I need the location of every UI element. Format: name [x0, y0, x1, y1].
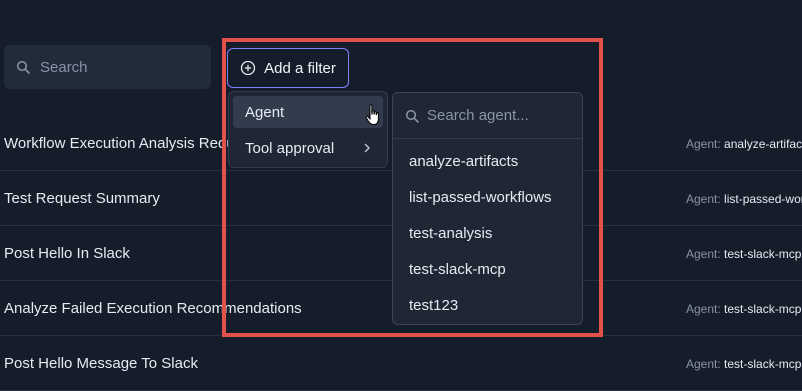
agent-option[interactable]: test-analysis	[393, 215, 582, 251]
row-title: Test Request Summary	[4, 190, 160, 207]
menu-item-label: Agent	[245, 103, 285, 121]
row-agent: Agent: list-passed-workflows	[686, 192, 802, 206]
agent-value: list-passed-workflows	[724, 192, 802, 206]
agent-submenu: analyze-artifacts list-passed-workflows …	[392, 92, 583, 325]
search-box[interactable]	[4, 45, 211, 89]
agent-search-box[interactable]	[393, 93, 582, 139]
menu-item-label: Tool approval	[245, 139, 335, 157]
row-agent: Agent: analyze-artifacts	[686, 137, 802, 151]
row-agent: Agent: test-slack-mcp	[686, 302, 801, 316]
agent-option[interactable]: analyze-artifacts	[393, 143, 582, 179]
agent-search-input[interactable]	[425, 106, 579, 125]
agent-value: test-slack-mcp	[724, 302, 802, 316]
menu-item-agent[interactable]: Agent	[233, 96, 383, 128]
agent-option[interactable]: list-passed-workflows	[393, 179, 582, 215]
agent-option[interactable]: test-slack-mcp	[393, 251, 582, 287]
row-title: Analyze Failed Execution Recommendations	[4, 300, 302, 317]
search-input[interactable]	[38, 57, 192, 77]
agent-label: Agent:	[686, 192, 721, 206]
menu-item-tool-approval[interactable]: Tool approval	[233, 132, 383, 164]
agent-value: test-slack-mcp	[724, 357, 802, 371]
chevron-right-icon	[361, 142, 373, 154]
search-icon	[16, 59, 32, 75]
agent-options-list: analyze-artifacts list-passed-workflows …	[393, 139, 582, 323]
agent-label: Agent:	[686, 247, 721, 261]
agent-value: analyze-artifacts	[724, 137, 802, 151]
row-agent: Agent: test-slack-mcp	[686, 247, 801, 261]
agent-label: Agent:	[686, 137, 721, 151]
search-icon	[405, 109, 419, 123]
add-filter-label: Add a filter	[264, 59, 336, 77]
agent-label: Agent:	[686, 302, 721, 316]
agent-label: Agent:	[686, 357, 721, 371]
row-agent: Agent: test-slack-mcp	[686, 357, 801, 371]
row-title: Workflow Execution Analysis Request	[4, 135, 255, 152]
hand-pointer-cursor-icon	[365, 104, 379, 126]
add-filter-button[interactable]: Add a filter	[227, 48, 349, 88]
agent-option[interactable]: test123	[393, 287, 582, 323]
agent-value: test-slack-mcp	[724, 247, 802, 261]
plus-circle-icon	[240, 60, 256, 76]
row-title: Post Hello In Slack	[4, 245, 130, 262]
